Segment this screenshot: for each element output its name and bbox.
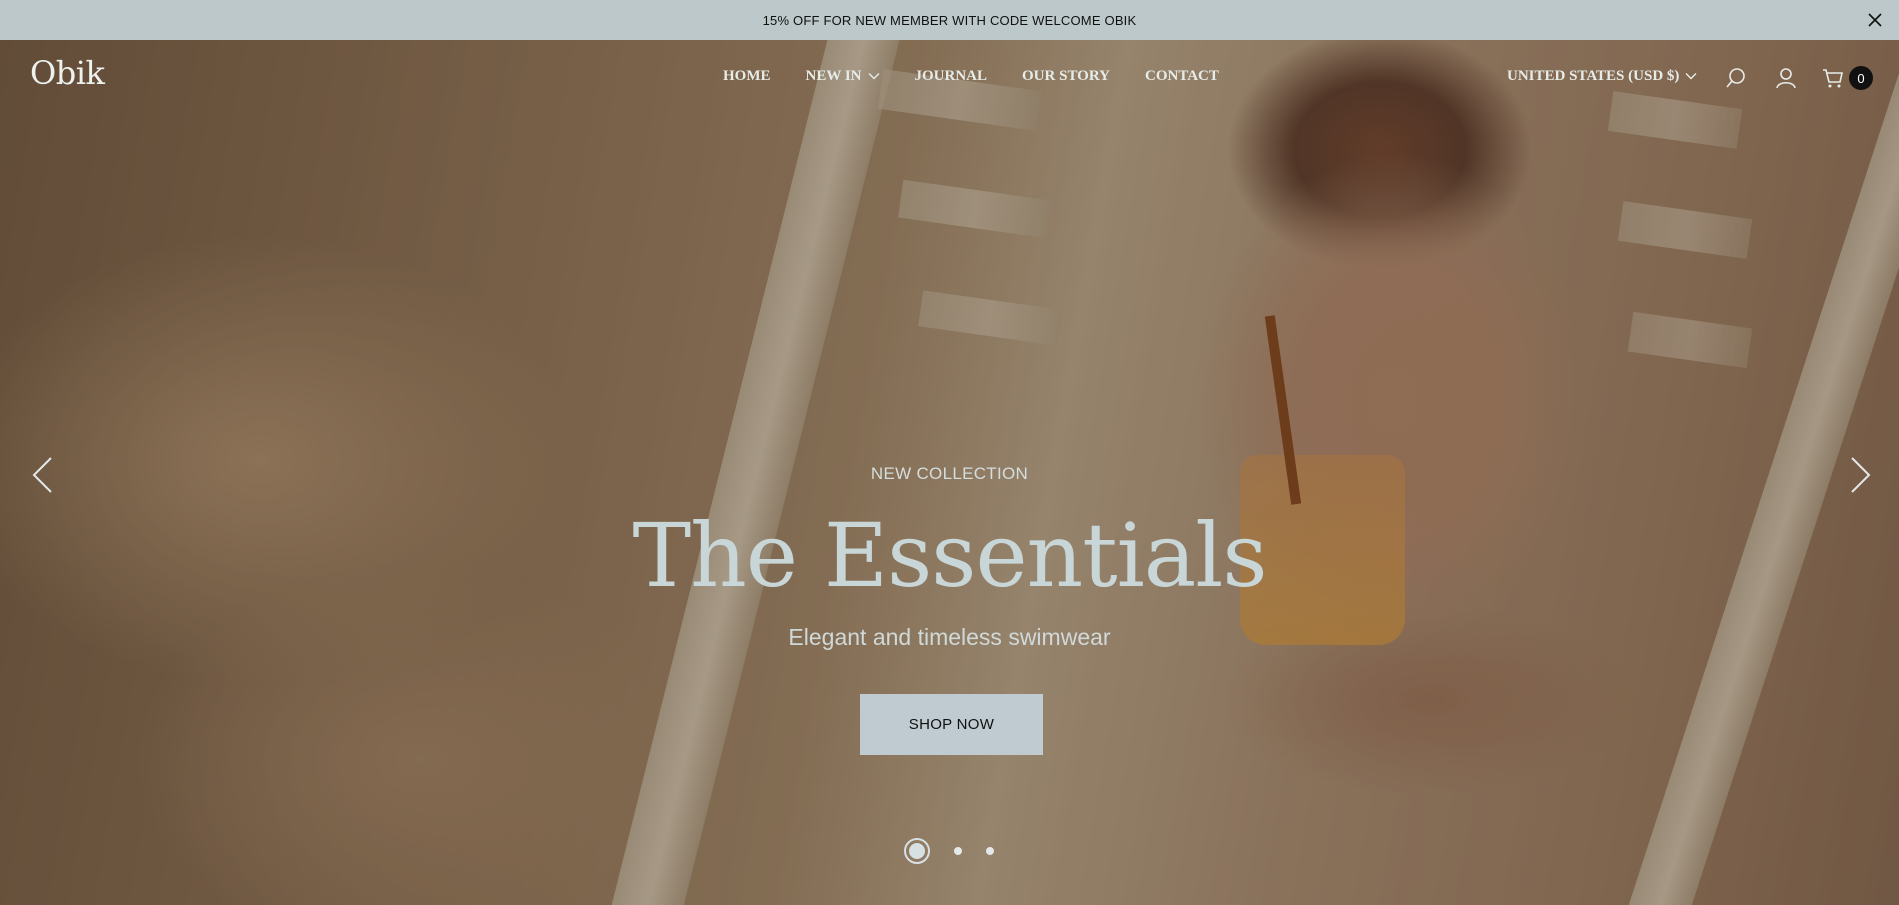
announcement-text: 15% OFF FOR NEW MEMBER WITH CODE WELCOME… (762, 12, 1137, 28)
nav-item-home[interactable]: HOME (723, 68, 771, 85)
main-nav: HOME NEW IN JOURNAL OUR STORY CONTACT (723, 68, 1254, 85)
currency-selector[interactable]: UNITED STATES (USD $) (1507, 68, 1697, 85)
nav-item-label: JOURNAL (914, 68, 988, 84)
nav-item-contact[interactable]: CONTACT (1145, 68, 1219, 85)
nav-item-label: HOME (723, 68, 771, 84)
close-icon[interactable] (1863, 8, 1887, 32)
cart-icon[interactable] (1821, 66, 1845, 90)
announcement-bar: 15% OFF FOR NEW MEMBER WITH CODE WELCOME… (0, 0, 1899, 40)
slide-pagination (904, 838, 994, 864)
nav-item-label: NEW IN (805, 68, 862, 84)
account-icon[interactable] (1774, 66, 1798, 90)
next-slide-arrow-icon[interactable] (1846, 454, 1876, 496)
shop-now-button[interactable]: SHOP NOW (860, 694, 1043, 755)
nav-item-journal[interactable]: JOURNAL (915, 68, 988, 85)
cart-count-badge: 0 (1849, 66, 1873, 90)
slide-dot-3[interactable] (986, 847, 994, 855)
nav-item-our-story[interactable]: OUR STORY (1022, 68, 1110, 85)
previous-slide-arrow-icon[interactable] (27, 454, 57, 496)
slide-dot-2[interactable] (954, 847, 962, 855)
currency-label: UNITED STATES (USD $) (1507, 68, 1680, 84)
slide-dot-1[interactable] (904, 838, 930, 864)
chevron-down-icon (868, 68, 880, 85)
search-icon[interactable] (1724, 66, 1748, 90)
nav-item-new-in[interactable]: NEW IN (806, 68, 880, 85)
site-header: Obik HOME NEW IN JOURNAL OUR STORY CONTA… (0, 40, 1899, 116)
hero-image (0, 40, 1899, 905)
chevron-down-icon (1685, 68, 1697, 85)
nav-item-label: CONTACT (1144, 68, 1219, 84)
site-logo[interactable]: Obik (30, 54, 105, 92)
nav-item-label: OUR STORY (1022, 68, 1110, 84)
